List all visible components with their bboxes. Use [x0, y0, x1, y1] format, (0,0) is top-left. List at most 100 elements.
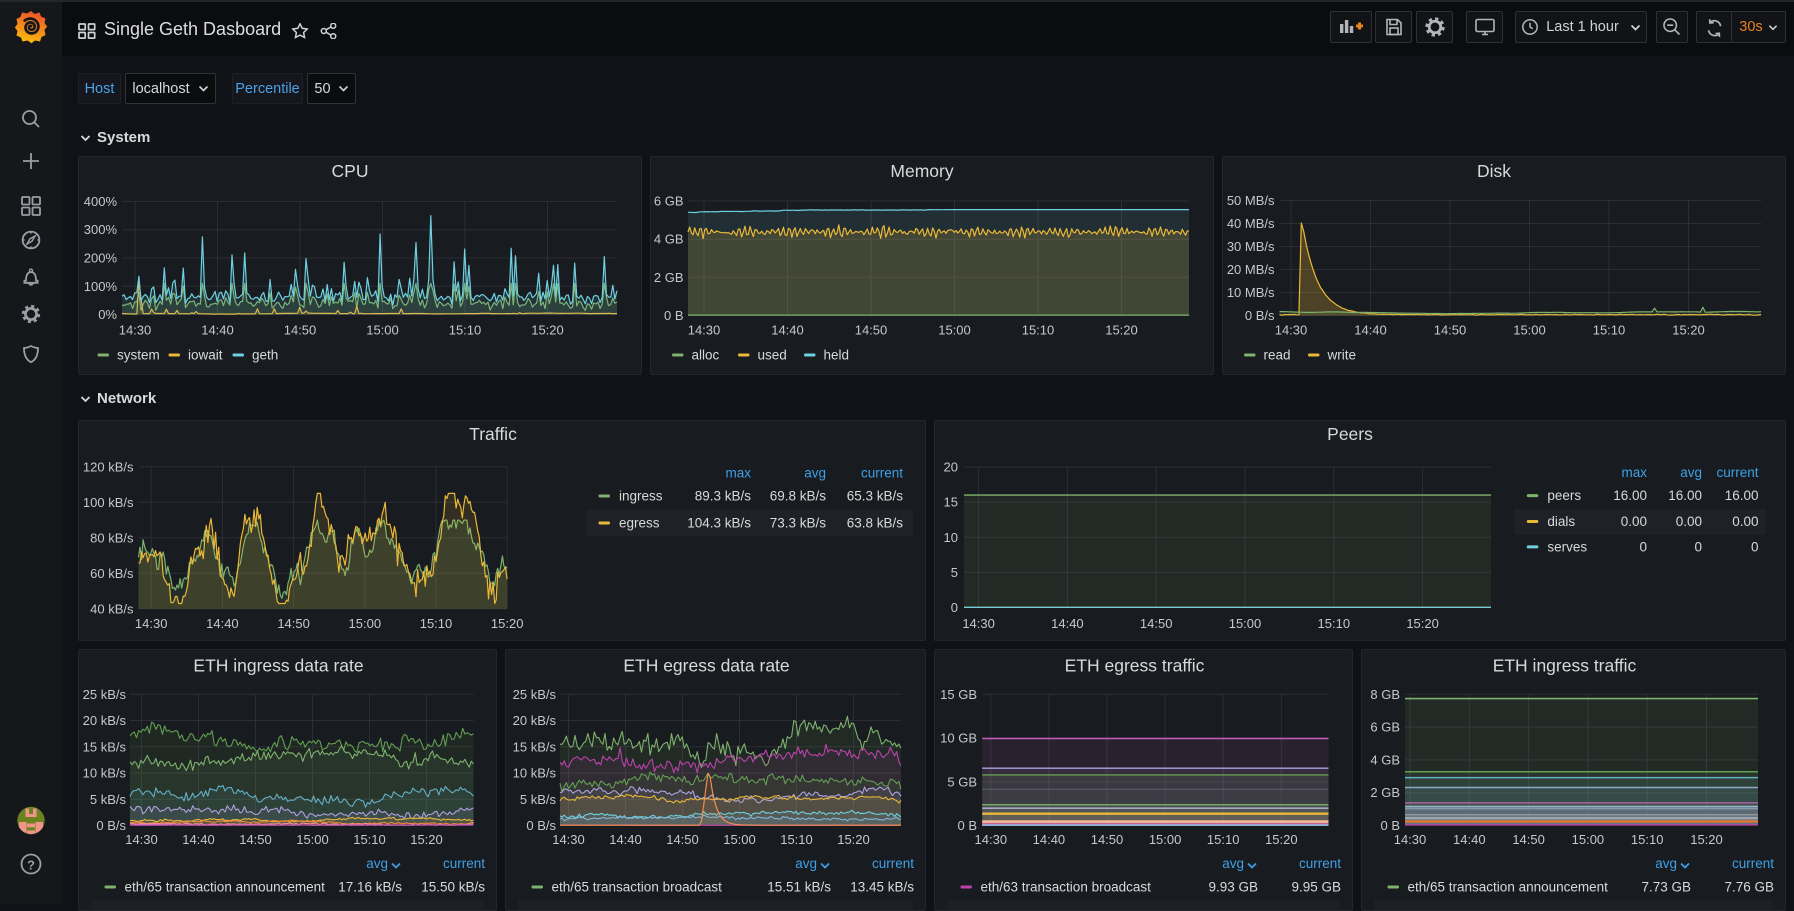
svg-text:Memory: Memory — [890, 161, 953, 181]
svg-text:14:40: 14:40 — [182, 832, 215, 847]
svg-text:40 kB/s: 40 kB/s — [90, 601, 134, 616]
svg-text:20 kB/s: 20 kB/s — [83, 713, 127, 728]
svg-text:10 MB/s: 10 MB/s — [1227, 285, 1275, 300]
svg-text:eth/63 transaction broadcast: eth/63 transaction broadcast — [981, 880, 1152, 895]
svg-text:80 kB/s: 80 kB/s — [90, 530, 134, 545]
svg-text:14:30: 14:30 — [1275, 323, 1308, 338]
svg-text:25 kB/s: 25 kB/s — [83, 687, 127, 702]
svg-text:7.76 GB: 7.76 GB — [1724, 880, 1774, 895]
svg-text:14:40: 14:40 — [609, 832, 642, 847]
svg-text:?: ? — [27, 858, 35, 873]
svg-text:89.3 kB/s: 89.3 kB/s — [695, 489, 752, 504]
svg-text:20 MB/s: 20 MB/s — [1227, 262, 1275, 277]
svg-text:15:20: 15:20 — [1672, 323, 1705, 338]
svg-text:14:30: 14:30 — [1394, 832, 1427, 847]
svg-text:15:20: 15:20 — [531, 323, 564, 338]
svg-text:14:30: 14:30 — [962, 616, 995, 631]
svg-text:15:20: 15:20 — [1690, 832, 1723, 847]
svg-text:14:30: 14:30 — [125, 832, 158, 847]
svg-text:400%: 400% — [84, 194, 118, 209]
svg-text:14:50: 14:50 — [1512, 832, 1545, 847]
svg-text:13.45 kB/s: 13.45 kB/s — [850, 880, 914, 895]
svg-text:0%: 0% — [98, 307, 117, 322]
svg-text:16.00: 16.00 — [1613, 488, 1647, 503]
svg-text:14:30: 14:30 — [552, 832, 585, 847]
svg-text:5 kB/s: 5 kB/s — [520, 792, 557, 807]
svg-text:0.00: 0.00 — [1732, 514, 1758, 529]
svg-text:15.50 kB/s: 15.50 kB/s — [421, 880, 485, 895]
svg-text:14:50: 14:50 — [284, 323, 317, 338]
svg-text:max: max — [1621, 465, 1647, 480]
svg-text:dials: dials — [1547, 514, 1575, 529]
svg-text:16.00: 16.00 — [1725, 488, 1759, 503]
svg-text:15 kB/s: 15 kB/s — [513, 739, 557, 754]
svg-text:14:30: 14:30 — [975, 832, 1008, 847]
svg-text:15:10: 15:10 — [1318, 616, 1351, 631]
svg-text:104.3 kB/s: 104.3 kB/s — [687, 516, 751, 531]
svg-text:15:00: 15:00 — [723, 832, 756, 847]
svg-text:held: held — [824, 348, 850, 363]
svg-text:14:40: 14:40 — [1354, 323, 1387, 338]
svg-text:300%: 300% — [84, 222, 118, 237]
svg-text:14:50: 14:50 — [1091, 832, 1124, 847]
svg-text:14:40: 14:40 — [1453, 832, 1486, 847]
svg-text:system: system — [117, 348, 160, 363]
svg-text:10: 10 — [944, 530, 958, 545]
svg-text:15:00: 15:00 — [366, 323, 399, 338]
svg-text:14:50: 14:50 — [277, 616, 310, 631]
svg-text:0: 0 — [1639, 539, 1647, 554]
svg-text:avg: avg — [804, 466, 826, 481]
svg-text:max: max — [725, 466, 751, 481]
svg-text:9.93 GB: 9.93 GB — [1208, 880, 1258, 895]
svg-text:14:50: 14:50 — [1434, 323, 1467, 338]
svg-text:4 GB: 4 GB — [1370, 752, 1400, 767]
svg-text:0.00: 0.00 — [1676, 514, 1702, 529]
svg-text:ETH ingress data rate: ETH ingress data rate — [193, 656, 363, 676]
svg-text:0 B: 0 B — [664, 308, 684, 323]
svg-text:20: 20 — [944, 460, 958, 475]
svg-text:15:20: 15:20 — [1406, 616, 1439, 631]
svg-text:2 GB: 2 GB — [654, 270, 684, 285]
svg-text:200%: 200% — [84, 251, 118, 266]
svg-text:current: current — [861, 466, 903, 481]
svg-text:ETH ingress traffic: ETH ingress traffic — [1493, 656, 1637, 676]
svg-text:15.51 kB/s: 15.51 kB/s — [767, 880, 831, 895]
svg-text:serves: serves — [1547, 539, 1587, 554]
svg-text:25 kB/s: 25 kB/s — [513, 687, 557, 702]
svg-text:5 GB: 5 GB — [947, 774, 977, 789]
svg-text:15:00: 15:00 — [1513, 323, 1546, 338]
svg-text:used: used — [758, 348, 787, 363]
svg-text:60 kB/s: 60 kB/s — [90, 566, 134, 581]
svg-text:15:10: 15:10 — [780, 832, 813, 847]
svg-text:14:40: 14:40 — [206, 616, 239, 631]
svg-text:65.3 kB/s: 65.3 kB/s — [847, 489, 904, 504]
svg-text:current: current — [1716, 465, 1758, 480]
svg-text:0 B/s: 0 B/s — [96, 818, 126, 833]
svg-text:10 kB/s: 10 kB/s — [513, 766, 557, 781]
svg-text:current: current — [443, 856, 485, 871]
svg-text:15:10: 15:10 — [1631, 832, 1664, 847]
svg-text:Peers: Peers — [1327, 424, 1373, 444]
svg-text:0 B: 0 B — [1380, 818, 1400, 833]
svg-text:20 kB/s: 20 kB/s — [513, 713, 557, 728]
svg-text:15:20: 15:20 — [1265, 832, 1298, 847]
svg-text:69.8 kB/s: 69.8 kB/s — [770, 489, 827, 504]
svg-text:avg: avg — [795, 856, 817, 871]
svg-text:egress: egress — [619, 516, 660, 531]
svg-text:15: 15 — [944, 495, 958, 510]
svg-text:0 B/s: 0 B/s — [526, 818, 556, 833]
svg-text:17.16 kB/s: 17.16 kB/s — [338, 880, 402, 895]
svg-text:5 kB/s: 5 kB/s — [90, 792, 127, 807]
svg-text:100%: 100% — [84, 279, 118, 294]
svg-text:15:10: 15:10 — [1022, 323, 1055, 338]
svg-text:current: current — [1299, 856, 1341, 871]
svg-text:73.3 kB/s: 73.3 kB/s — [770, 516, 827, 531]
svg-text:14:40: 14:40 — [1033, 832, 1066, 847]
svg-text:2 GB: 2 GB — [1370, 785, 1400, 800]
svg-text:15:00: 15:00 — [1572, 832, 1605, 847]
svg-text:15 GB: 15 GB — [940, 687, 977, 702]
svg-text:15:10: 15:10 — [420, 616, 453, 631]
svg-text:14:40: 14:40 — [771, 323, 804, 338]
svg-text:50 MB/s: 50 MB/s — [1227, 193, 1275, 208]
svg-text:15:00: 15:00 — [296, 832, 329, 847]
